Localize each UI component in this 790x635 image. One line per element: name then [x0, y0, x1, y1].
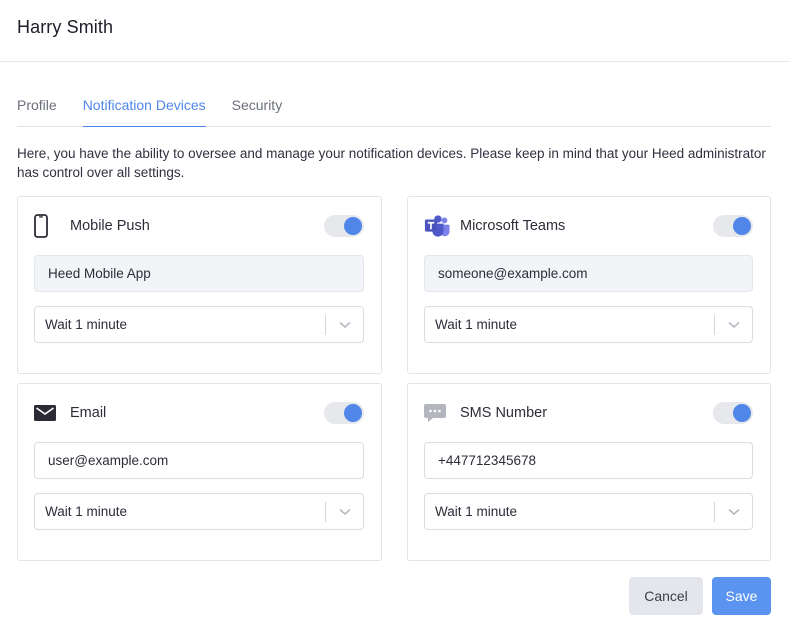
mobile-push-toggle[interactable] — [324, 215, 364, 237]
chevron-down-icon[interactable] — [326, 493, 363, 530]
envelope-icon — [34, 401, 60, 425]
sms-toggle[interactable] — [713, 402, 753, 424]
save-button[interactable]: Save — [712, 577, 771, 615]
email-card: Email Wait 1 minute — [17, 383, 382, 561]
sms-number-input[interactable] — [424, 442, 753, 479]
chevron-down-icon[interactable] — [715, 493, 752, 530]
sms-title: SMS Number — [460, 405, 548, 421]
mobile-push-delay-select[interactable]: Wait 1 minute — [34, 306, 364, 343]
email-delay-select[interactable]: Wait 1 minute — [34, 493, 364, 530]
email-input[interactable] — [34, 442, 364, 479]
chat-bubble-icon — [424, 401, 450, 425]
cancel-button[interactable]: Cancel — [629, 577, 703, 615]
microsoft-teams-delay-select[interactable]: Wait 1 minute — [424, 306, 753, 343]
email-toggle[interactable] — [324, 402, 364, 424]
email-title: Email — [70, 405, 107, 421]
mobile-push-delay-value: Wait 1 minute — [45, 317, 128, 332]
page-header: Harry Smith — [0, 0, 790, 62]
sms-delay-select[interactable]: Wait 1 minute — [424, 493, 753, 530]
microsoft-teams-delay-value: Wait 1 minute — [435, 317, 518, 332]
toggle-knob — [733, 217, 751, 235]
tab-notification-devices[interactable]: Notification Devices — [82, 95, 206, 127]
toggle-knob — [344, 404, 362, 422]
tab-profile[interactable]: Profile — [17, 95, 57, 127]
page-title: Harry Smith — [17, 17, 114, 37]
microsoft-teams-icon — [424, 214, 450, 238]
email-delay-value: Wait 1 minute — [45, 504, 128, 519]
mobile-phone-icon — [34, 214, 60, 238]
mobile-push-value: Heed Mobile App — [34, 255, 364, 292]
page-description: Here, you have the ability to oversee an… — [17, 146, 766, 180]
sms-delay-value: Wait 1 minute — [435, 504, 518, 519]
mobile-push-title: Mobile Push — [70, 218, 150, 234]
sms-card: SMS Number Wait 1 minute — [407, 383, 771, 561]
microsoft-teams-toggle[interactable] — [713, 215, 753, 237]
mobile-push-card: Mobile Push Heed Mobile App Wait 1 minut… — [17, 196, 382, 374]
toggle-knob — [733, 404, 751, 422]
microsoft-teams-title: Microsoft Teams — [460, 218, 566, 234]
tab-bar: Profile Notification Devices Security — [17, 95, 771, 127]
chevron-down-icon[interactable] — [326, 306, 363, 343]
tab-security[interactable]: Security — [232, 95, 283, 127]
toggle-knob — [344, 217, 362, 235]
chevron-down-icon[interactable] — [715, 306, 752, 343]
microsoft-teams-value: someone@example.com — [424, 255, 753, 292]
microsoft-teams-card: Microsoft Teams someone@example.com Wait… — [407, 196, 771, 374]
